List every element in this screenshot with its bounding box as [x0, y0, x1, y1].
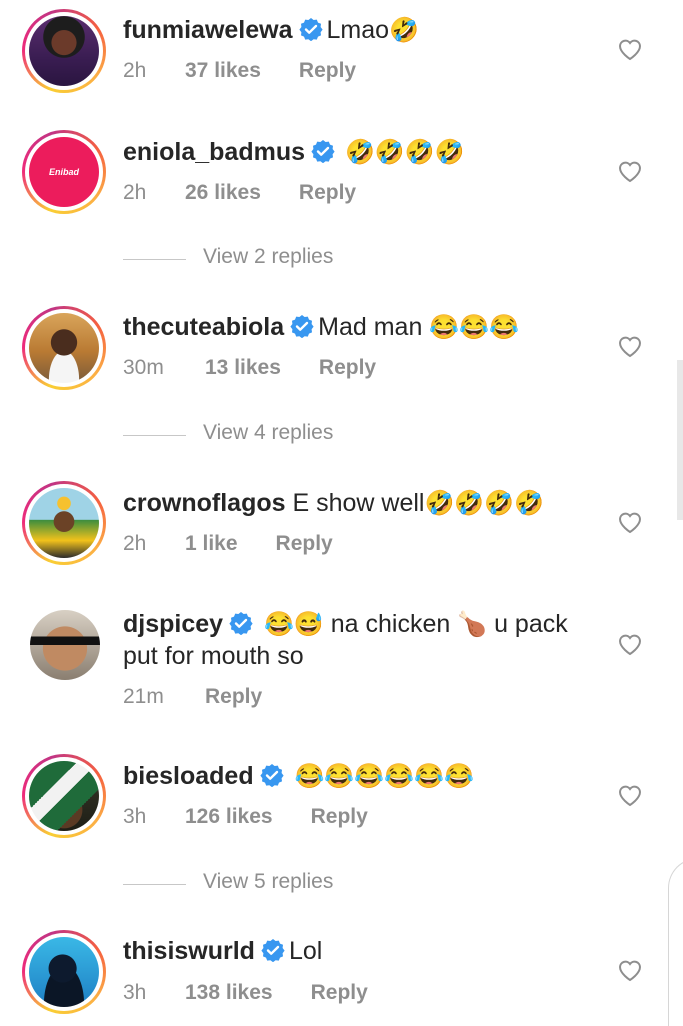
username[interactable]: eniola_badmus: [123, 138, 305, 166]
timestamp: 2h: [123, 59, 147, 82]
likes-count[interactable]: 26 likes: [185, 181, 261, 205]
divider: [123, 259, 186, 260]
heart-icon[interactable]: [617, 510, 643, 534]
comment-text: Lol: [288, 937, 323, 965]
comment-meta: 3h 138 likes Reply: [123, 981, 368, 1005]
timestamp: 21m: [123, 685, 164, 708]
heart-icon[interactable]: [617, 334, 643, 358]
comment-meta: 2h 1 like Reply: [123, 532, 333, 556]
avatar[interactable]: [29, 313, 99, 383]
username[interactable]: biesloaded: [123, 762, 254, 790]
avatar[interactable]: [30, 610, 100, 680]
emoji: 😂😂😂: [429, 314, 519, 341]
username[interactable]: djspicey: [123, 610, 223, 638]
verified-badge-icon: [229, 612, 253, 635]
emoji: 😂😅: [264, 611, 324, 638]
comment-text: na chicken: [330, 610, 451, 638]
comment-text: E show well: [292, 489, 425, 517]
story-ring[interactable]: [22, 930, 106, 1014]
comment-text: Mad man: [318, 313, 423, 341]
enibad-logo: Enibad: [48, 167, 79, 177]
avatar-frame[interactable]: [30, 610, 100, 680]
likes-count[interactable]: 1 like: [185, 532, 238, 556]
reply-button[interactable]: Reply: [205, 685, 262, 709]
username[interactable]: thisiswurld: [123, 937, 255, 965]
story-ring[interactable]: [22, 306, 106, 390]
heart-icon[interactable]: [617, 958, 643, 982]
verified-badge-icon: [311, 140, 335, 163]
emoji: 😂😂😂😂😂😂: [294, 763, 474, 790]
comment-line: funmiawelewa Lmao🤣: [123, 14, 419, 47]
comment-meta: 3h 126 likes Reply: [123, 805, 368, 829]
comment-text-cont: u pack: [494, 610, 568, 638]
story-ring[interactable]: Enibad: [22, 130, 106, 214]
avatar[interactable]: [29, 488, 99, 558]
likes-count[interactable]: 126 likes: [185, 805, 273, 829]
comment-line: eniola_badmus 🤣🤣🤣🤣: [123, 136, 465, 169]
comment-line: djspicey 😂😅 na chicken 🍗 u pack: [123, 608, 568, 641]
username[interactable]: funmiawelewa: [123, 16, 293, 44]
timestamp: 3h: [123, 981, 147, 1004]
avatar[interactable]: [29, 761, 99, 831]
comment-line: biesloaded 😂😂😂😂😂😂: [123, 760, 474, 793]
heart-icon[interactable]: [617, 632, 643, 656]
username[interactable]: crownoflagos: [123, 489, 286, 517]
view-replies-label[interactable]: View 4 replies: [203, 421, 333, 445]
story-ring[interactable]: [22, 9, 106, 93]
likes-count[interactable]: 138 likes: [185, 981, 273, 1005]
comment-line: thecuteabiola Mad man 😂😂😂: [123, 311, 519, 344]
comment-text-line2: put for mouth so: [123, 642, 304, 670]
story-ring[interactable]: [22, 754, 106, 838]
comment-text: Lmao: [326, 16, 390, 44]
avatar[interactable]: [29, 16, 99, 86]
verified-badge-icon: [259, 764, 284, 787]
scrollbar[interactable]: [677, 360, 683, 520]
view-replies-label[interactable]: View 2 replies: [203, 245, 333, 269]
emoji: 🤣🤣🤣🤣: [345, 139, 465, 166]
verified-badge-icon: [261, 939, 285, 962]
comment-line: crownoflagos E show well🤣🤣🤣🤣: [123, 487, 544, 520]
timestamp: 30m: [123, 356, 164, 379]
timestamp: 2h: [123, 532, 147, 555]
heart-icon[interactable]: [617, 783, 643, 807]
reply-button[interactable]: Reply: [299, 59, 356, 83]
comment-meta: 30m 13 likes Reply: [123, 356, 376, 380]
reply-button[interactable]: Reply: [299, 181, 356, 205]
verified-badge-icon: [298, 18, 323, 41]
timestamp: 2h: [123, 181, 147, 204]
avatar[interactable]: [29, 937, 99, 1007]
reply-button[interactable]: Reply: [311, 805, 368, 829]
reply-button[interactable]: Reply: [311, 981, 368, 1005]
timestamp: 3h: [123, 805, 147, 828]
divider: [123, 435, 186, 436]
heart-icon[interactable]: [617, 37, 643, 61]
likes-count[interactable]: 13 likes: [205, 356, 281, 380]
heart-icon[interactable]: [617, 159, 643, 183]
avatar[interactable]: Enibad: [29, 137, 99, 207]
reply-button[interactable]: Reply: [319, 356, 376, 380]
reply-button[interactable]: Reply: [276, 532, 333, 556]
emoji: 🤣: [389, 17, 419, 44]
divider: [123, 884, 186, 885]
chicken-emoji: 🍗: [457, 611, 488, 638]
verified-badge-icon: [290, 315, 314, 338]
username[interactable]: thecuteabiola: [123, 313, 284, 341]
comment-meta: 2h 37 likes Reply: [123, 59, 356, 83]
view-replies-label[interactable]: View 5 replies: [203, 870, 333, 894]
comment-line-2: put for mouth so: [123, 640, 304, 672]
likes-count[interactable]: 37 likes: [185, 59, 261, 83]
emoji: 🤣🤣🤣🤣: [424, 490, 544, 517]
overlay-edge: [668, 858, 683, 1026]
comment-meta: 2h 26 likes Reply: [123, 181, 356, 205]
comment-meta: 21m Reply: [123, 685, 262, 709]
story-ring[interactable]: [22, 481, 106, 565]
comment-line: thisiswurld Lol: [123, 935, 322, 967]
